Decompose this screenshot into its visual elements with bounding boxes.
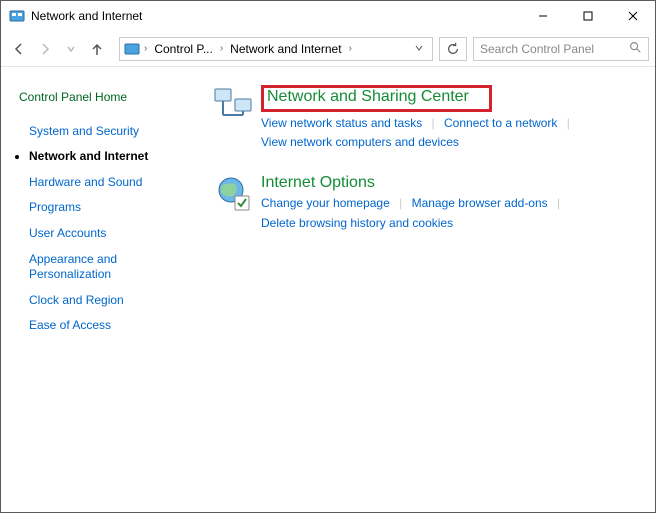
category-internet-options: Internet Options Change your homepage | … (213, 174, 643, 232)
body: Control Panel Home System and Security N… (1, 67, 655, 512)
category-body: Network and Sharing Center View network … (261, 85, 643, 152)
recent-dropdown-icon[interactable] (59, 37, 83, 61)
forward-button[interactable] (33, 37, 57, 61)
link-change-homepage[interactable]: Change your homepage (261, 196, 390, 210)
chevron-right-icon[interactable]: › (218, 43, 225, 54)
search-placeholder: Search Control Panel (480, 42, 628, 56)
link-delete-history[interactable]: Delete browsing history and cookies (261, 216, 453, 230)
titlebar: Network and Internet (1, 1, 655, 31)
control-panel-icon (9, 8, 25, 24)
link-view-devices[interactable]: View network computers and devices (261, 135, 459, 149)
address-bar[interactable]: › Control P... › Network and Internet › (119, 37, 433, 61)
sidebar-home[interactable]: Control Panel Home (19, 85, 191, 111)
chevron-right-icon[interactable]: › (347, 43, 354, 54)
sidebar-item-user-accounts[interactable]: User Accounts (19, 221, 191, 247)
address-dropdown-icon[interactable] (410, 42, 428, 56)
separator: | (426, 116, 441, 130)
up-button[interactable] (85, 37, 109, 61)
minimize-button[interactable] (520, 1, 565, 31)
search-icon (628, 40, 642, 57)
close-button[interactable] (610, 1, 655, 31)
sidebar-item-ease-of-access[interactable]: Ease of Access (19, 313, 191, 339)
separator: | (561, 116, 576, 130)
separator: | (551, 196, 566, 210)
toolbar: › Control P... › Network and Internet › … (1, 31, 655, 67)
link-network-sharing-center[interactable]: Network and Sharing Center (267, 88, 469, 106)
chevron-right-icon[interactable]: › (142, 43, 149, 54)
category-network-sharing: Network and Sharing Center View network … (213, 85, 643, 152)
refresh-button[interactable] (439, 37, 467, 61)
breadcrumb-network[interactable]: Network and Internet (227, 42, 344, 56)
internet-options-icon (213, 174, 253, 214)
maximize-button[interactable] (565, 1, 610, 31)
window: Network and Internet › Control P... › Ne… (0, 0, 656, 513)
link-manage-addons[interactable]: Manage browser add-ons (412, 196, 548, 210)
sub-links: View network status and tasks | Connect … (261, 114, 643, 152)
sidebar-item-appearance[interactable]: Appearance and Personalization (19, 247, 191, 288)
sidebar-item-clock-region[interactable]: Clock and Region (19, 288, 191, 314)
address-icon (124, 41, 140, 57)
back-button[interactable] (7, 37, 31, 61)
search-input[interactable]: Search Control Panel (473, 37, 649, 61)
breadcrumb-control-panel[interactable]: Control P... (151, 42, 215, 56)
separator: | (393, 196, 408, 210)
link-view-status[interactable]: View network status and tasks (261, 116, 422, 130)
window-title: Network and Internet (31, 9, 520, 23)
sub-links: Change your homepage | Manage browser ad… (261, 194, 643, 232)
content: Network and Sharing Center View network … (201, 67, 655, 512)
sidebar: Control Panel Home System and Security N… (1, 67, 201, 512)
category-body: Internet Options Change your homepage | … (261, 174, 643, 232)
link-connect-network[interactable]: Connect to a network (444, 116, 557, 130)
link-internet-options[interactable]: Internet Options (261, 174, 375, 192)
window-controls (520, 1, 655, 31)
sidebar-item-network-internet[interactable]: Network and Internet (19, 144, 191, 170)
network-sharing-icon (213, 85, 253, 125)
sidebar-item-programs[interactable]: Programs (19, 195, 191, 221)
sidebar-item-hardware-sound[interactable]: Hardware and Sound (19, 170, 191, 196)
sidebar-item-system-security[interactable]: System and Security (19, 119, 191, 145)
highlight-annotation: Network and Sharing Center (261, 85, 492, 112)
